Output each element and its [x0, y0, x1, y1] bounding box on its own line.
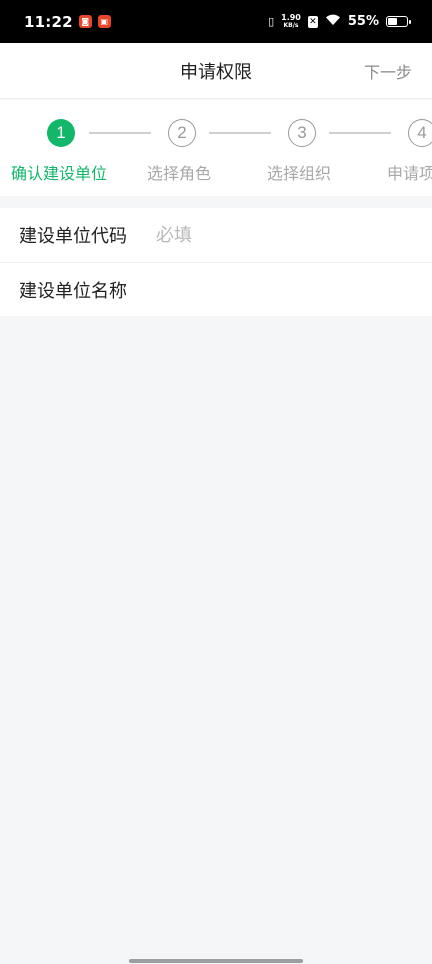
unit-name-row: 建设单位名称	[0, 262, 432, 316]
network-speed-value: 1.90	[281, 12, 301, 22]
step-connector	[329, 132, 391, 134]
unit-form: 建设单位代码 建设单位名称	[0, 208, 432, 316]
step-4-label: 申请项	[387, 164, 432, 183]
clock: 11:22	[24, 12, 73, 31]
network-speed: 1.90 KB/s	[281, 12, 301, 30]
step-3-label: 选择组织	[267, 164, 332, 183]
step-1-circle[interactable]: 1	[47, 119, 75, 147]
status-bar: 11:22 ◙ ▣ ▯ 1.90 KB/s ✕ 55%	[0, 0, 432, 43]
battery-percent: 55%	[347, 14, 379, 29]
nav-bar: 申请权限 下一步	[0, 43, 432, 99]
status-bar-right: ▯ 1.90 KB/s ✕ 55%	[268, 12, 411, 30]
notification-app-icon: ◙	[78, 15, 92, 28]
unit-code-label: 建设单位代码	[19, 226, 127, 247]
home-indicator[interactable]	[129, 959, 303, 963]
next-step-button[interactable]: 下一步	[364, 59, 412, 83]
page-title: 申请权限	[180, 61, 252, 83]
battery-icon	[386, 16, 411, 27]
step-connector	[209, 132, 271, 134]
unit-name-input[interactable]	[156, 279, 396, 300]
step-3-circle[interactable]: 3	[288, 119, 316, 147]
step-connector	[89, 132, 151, 134]
no-sim-icon: ✕	[307, 15, 318, 28]
network-speed-unit: KB/s	[283, 21, 299, 29]
notification-app-icon: ▣	[97, 15, 111, 28]
step-2-label: 选择角色	[147, 164, 212, 183]
step-1-label: 确认建设单位	[11, 164, 108, 183]
vibrate-icon: ▯	[268, 15, 275, 28]
wifi-icon	[325, 13, 341, 30]
unit-code-row: 建设单位代码	[0, 208, 432, 262]
stepper: 1 确认建设单位 2 选择角色 3 选择组织 4 申请项	[0, 100, 432, 196]
status-bar-left: 11:22 ◙ ▣	[24, 13, 111, 31]
step-4-circle[interactable]: 4	[408, 119, 432, 147]
unit-code-input[interactable]	[156, 224, 396, 246]
unit-name-label: 建设单位名称	[19, 280, 127, 302]
step-2-circle[interactable]: 2	[168, 119, 196, 147]
